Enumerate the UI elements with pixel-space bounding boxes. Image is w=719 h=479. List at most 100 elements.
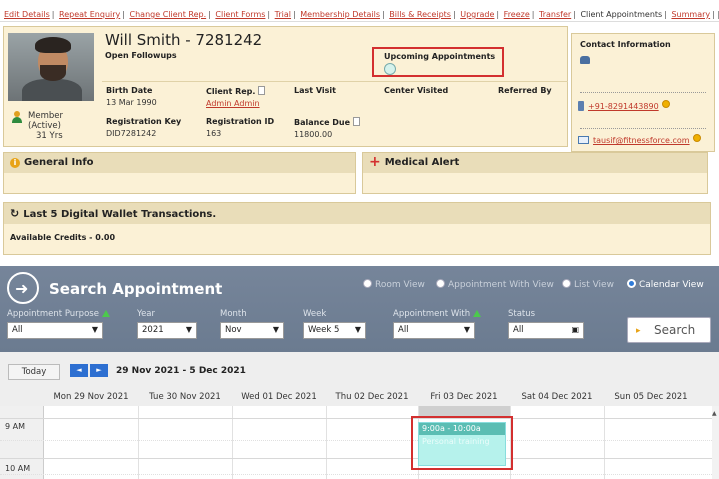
contact-phone[interactable]: +91-8291443890 [588, 102, 659, 111]
info-icon: i [10, 158, 20, 168]
upcoming-appointments-box: Upcoming Appointments [372, 47, 504, 77]
chevron-down-icon: ▼ [354, 325, 361, 334]
client-rep: Client Rep. Admin Admin [206, 86, 266, 108]
appointment-with-view-radio[interactable]: Appointment With View [436, 279, 554, 290]
day-header-sat: Sat 04 Dec 2021 [521, 392, 593, 402]
available-credits: Available Credits - 0.00 [10, 233, 116, 242]
year-label: Year [137, 309, 155, 319]
list-view-radio[interactable]: List View [562, 279, 614, 290]
open-followups[interactable]: Open Followups [105, 51, 177, 60]
nav-upgrade[interactable]: Upgrade [460, 10, 494, 19]
appointment-highlight-box [411, 416, 513, 470]
date-range: 29 Nov 2021 - 5 Dec 2021 [116, 366, 246, 376]
client-photo[interactable] [8, 33, 94, 101]
phone-icon [580, 56, 590, 64]
envelope-icon [578, 136, 589, 144]
year-select[interactable]: 2021 ▼ [137, 322, 197, 339]
next-week-button[interactable]: ► [90, 364, 108, 377]
arrow-right-icon: ➜ [15, 279, 29, 298]
chevron-down-icon: ▼ [463, 325, 470, 334]
nav-change-client-rep[interactable]: Change Client Rep. [130, 10, 207, 19]
upcoming-appointments-label: Upcoming Appointments [384, 52, 496, 61]
balance-doc-icon[interactable] [353, 117, 361, 126]
client-name: Will Smith - 7281242 [105, 31, 263, 49]
contact-info-panel: Contact Information +91-8291443890 tausi… [571, 33, 715, 152]
calendar-grid[interactable]: 9 AM 10 AM 9:00a - 10:00a Personal train… [0, 406, 712, 479]
top-nav: Edit Details | Repeat Enquiry | Change Cli… [0, 0, 719, 22]
chevron-down-icon: ▼ [185, 325, 192, 334]
search-button[interactable]: ▸ Search [627, 317, 711, 343]
required-icon [101, 310, 110, 317]
search-appointment-title: Search Appointment [49, 280, 223, 298]
contact-phone-row: +91-8291443890 [578, 100, 670, 111]
member-age: 31 Yrs [36, 131, 63, 141]
nav-freeze[interactable]: Freeze [504, 10, 530, 19]
wallet-title: Last 5 Digital Wallet Transactions. [23, 209, 217, 220]
day-header-mon: Mon 29 Nov 2021 [53, 392, 129, 402]
chevron-down-icon: ▼ [272, 325, 279, 334]
chevron-down-icon: ▣ [571, 325, 579, 334]
collapse-arrow-button[interactable]: ➜ [7, 272, 39, 304]
month-label: Month [220, 309, 247, 319]
medical-alert-title: Medical Alert [384, 157, 460, 168]
upcoming-appointments-indicator[interactable] [384, 63, 396, 75]
general-info-title: General Info [24, 157, 94, 168]
scroll-up-icon: ▲ [712, 410, 717, 417]
day-header-fri: Fri 03 Dec 2021 [430, 392, 498, 402]
nav-repeat-enquiry[interactable]: Repeat Enquiry [59, 10, 120, 19]
member-label: Member [28, 111, 63, 121]
client-rep-link[interactable]: Admin Admin [206, 99, 265, 108]
calendar-view-radio[interactable]: Calendar View [627, 279, 704, 290]
birth-date: Birth Date 13 Mar 1990 [106, 86, 157, 107]
purpose-label: Appointment Purpose [7, 309, 110, 319]
room-view-radio[interactable]: Room View [363, 279, 425, 290]
client-info-grid: Birth Date 13 Mar 1990 Client Rep. Admin… [102, 81, 568, 147]
day-header-thu: Thu 02 Dec 2021 [335, 392, 409, 402]
time-label-9am: 9 AM [5, 422, 26, 431]
search-appointment-bar: ➜ Search Appointment Room View Appointme… [0, 266, 719, 352]
chevron-down-icon: ▼ [91, 325, 98, 334]
bullet-icon: ▸ [636, 326, 641, 336]
nav-membership-details[interactable]: Membership Details [300, 10, 380, 19]
nav-bills-receipts[interactable]: Bills & Receipts [389, 10, 451, 19]
nav-trial[interactable]: Trial [275, 10, 291, 19]
day-header-sun: Sun 05 Dec 2021 [614, 392, 688, 402]
balance-due: Balance Due 11800.00 [294, 117, 361, 139]
prev-week-button[interactable]: ◄ [70, 364, 88, 377]
referred-by: Referred By [498, 86, 552, 95]
time-label-10am: 10 AM [5, 464, 31, 473]
nav-edit-details[interactable]: Edit Details [4, 10, 50, 19]
medical-alert-panel: + Medical Alert [362, 152, 708, 194]
today-button[interactable]: Today [8, 364, 60, 380]
member-icon [12, 111, 22, 123]
refresh-icon[interactable]: ↻ [10, 207, 19, 220]
last-visit: Last Visit [294, 86, 336, 95]
nav-transfer[interactable]: Transfer [539, 10, 571, 19]
appointment-with-select[interactable]: All ▼ [393, 322, 475, 339]
month-select[interactable]: Nov ▼ [220, 322, 284, 339]
calendar-scrollbar[interactable]: ▲ [712, 406, 719, 479]
day-header-wed: Wed 01 Dec 2021 [241, 392, 317, 402]
status-label: Status [508, 309, 536, 319]
nav-summary[interactable]: Summary [671, 10, 710, 19]
client-profile-panel: Member (Active) 31 Yrs Will Smith - 7281… [3, 26, 568, 147]
mobile-icon [578, 101, 584, 111]
member-status-text: (Active) [28, 121, 61, 131]
registration-id: Registration ID 163 [206, 117, 275, 138]
week-select[interactable]: Week 5 ▼ [303, 322, 366, 339]
contact-email[interactable]: tausif@fitnessforce.com [593, 136, 690, 145]
edit-doc-icon[interactable] [258, 86, 266, 95]
contact-email-row: tausif@fitnessforce.com [578, 134, 701, 145]
day-header-tue: Tue 30 Nov 2021 [149, 392, 221, 402]
general-info-panel: i General Info [3, 152, 356, 194]
nav-client-forms[interactable]: Client Forms [215, 10, 265, 19]
nav-client-appointments: Client Appointments [580, 10, 663, 19]
coin-icon [661, 100, 670, 108]
plus-icon: + [369, 154, 381, 170]
status-select[interactable]: All ▣ [508, 322, 584, 339]
appointment-with-label: Appointment With [393, 309, 482, 319]
purpose-select[interactable]: All ▼ [7, 322, 103, 339]
calendar: Today ◄ ► 29 Nov 2021 - 5 Dec 2021 Mon 2… [0, 352, 719, 479]
wallet-panel: ↻ Last 5 Digital Wallet Transactions. Ava… [3, 202, 711, 255]
week-label: Week [303, 309, 327, 319]
